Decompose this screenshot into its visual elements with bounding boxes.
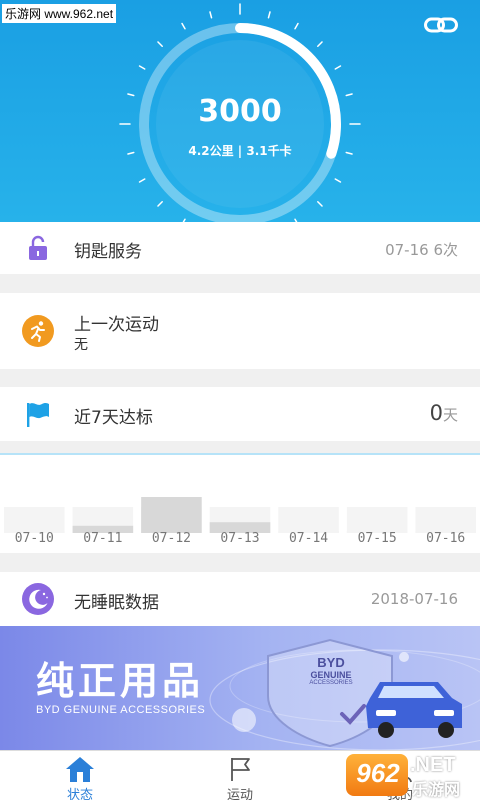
key-service-row[interactable]: 钥匙服务 07-16 6次: [0, 222, 480, 274]
ring-tick: [317, 41, 323, 47]
bar-background: [278, 507, 339, 533]
ring-tick: [317, 201, 323, 207]
ring-tick: [267, 11, 271, 19]
watermark-962-logo: 962 .NET 乐游网: [346, 754, 474, 799]
moon-icon: [22, 583, 54, 615]
tab-exercise-label: 运动: [226, 788, 253, 800]
banner-subtitle: BYD GENUINE ACCESSORIES: [36, 704, 206, 716]
home-icon: [66, 757, 94, 782]
sleep-date: 2018-07-16: [370, 590, 458, 608]
x-tick-label: 07-11: [83, 531, 123, 546]
bar-background: [4, 507, 65, 533]
bar-background: [346, 507, 408, 533]
link-icon[interactable]: [424, 14, 458, 36]
watermark-net: .NET: [410, 754, 456, 776]
target-day-unit: 天: [442, 406, 458, 424]
flag-icon: [27, 403, 49, 427]
tab-status-label: 状态: [66, 788, 93, 800]
bar-chart-plot: [4, 497, 476, 533]
x-tick-label: 07-15: [357, 531, 397, 546]
sleep-title: 无睡眠数据: [74, 593, 159, 613]
weekly-target-value: 0天: [430, 401, 458, 425]
watermark-cn: 乐游网: [412, 780, 461, 799]
tab-exercise[interactable]: 运动: [160, 751, 320, 800]
ring-tick: [294, 22, 299, 30]
sleep-row[interactable]: 无睡眠数据 2018-07-16: [0, 572, 480, 626]
watermark-num: 962: [356, 758, 400, 788]
ring-tick: [209, 11, 213, 19]
target-day-count: 0: [429, 401, 443, 425]
ring-tick: [157, 41, 163, 47]
weekly-target-row[interactable]: 近7天达标 0天: [0, 387, 480, 441]
ring-tick: [157, 201, 163, 207]
step-count: 3000: [198, 94, 282, 129]
ring-tick: [138, 65, 146, 70]
last-exercise-row[interactable]: 上一次运动 无: [0, 293, 480, 369]
flag-icon: [231, 758, 250, 781]
bar-background: [415, 507, 476, 533]
key-service-title: 钥匙服务: [74, 242, 142, 262]
badge-line-1: BYD: [317, 655, 345, 670]
last-exercise-value: 无: [74, 337, 88, 353]
badge-line-3: ACCESSORIES: [309, 680, 353, 686]
x-tick-label: 07-16: [426, 531, 466, 546]
last-exercise-title: 上一次运动: [74, 315, 159, 335]
x-tick-label: 07-12: [151, 531, 191, 546]
x-tick-label: 07-10: [14, 531, 54, 546]
ring-tick: [334, 65, 342, 70]
badge-line-2: GENUINE: [310, 670, 352, 680]
x-tick-label: 07-13: [220, 531, 260, 546]
ring-tick: [334, 178, 342, 183]
running-icon: [22, 315, 54, 347]
ring-tick: [138, 178, 146, 183]
key-service-info: 07-16 6次: [385, 241, 458, 259]
bar-07-12: [141, 497, 202, 533]
ring-tick: [181, 22, 186, 30]
banner-title: 纯正用品: [36, 659, 205, 703]
lock-icon: [29, 235, 47, 260]
weekly-target-title: 近7天达标: [74, 408, 153, 428]
x-tick-label: 07-14: [288, 531, 329, 546]
tab-status[interactable]: 状态: [0, 751, 160, 800]
watermark-top: 乐游网 www.962.net: [2, 4, 117, 23]
banner-badge-text: BYD GENUINE ACCESSORIES: [296, 655, 366, 686]
distance-calories: 4.2公里 | 3.1千卡: [188, 144, 292, 158]
